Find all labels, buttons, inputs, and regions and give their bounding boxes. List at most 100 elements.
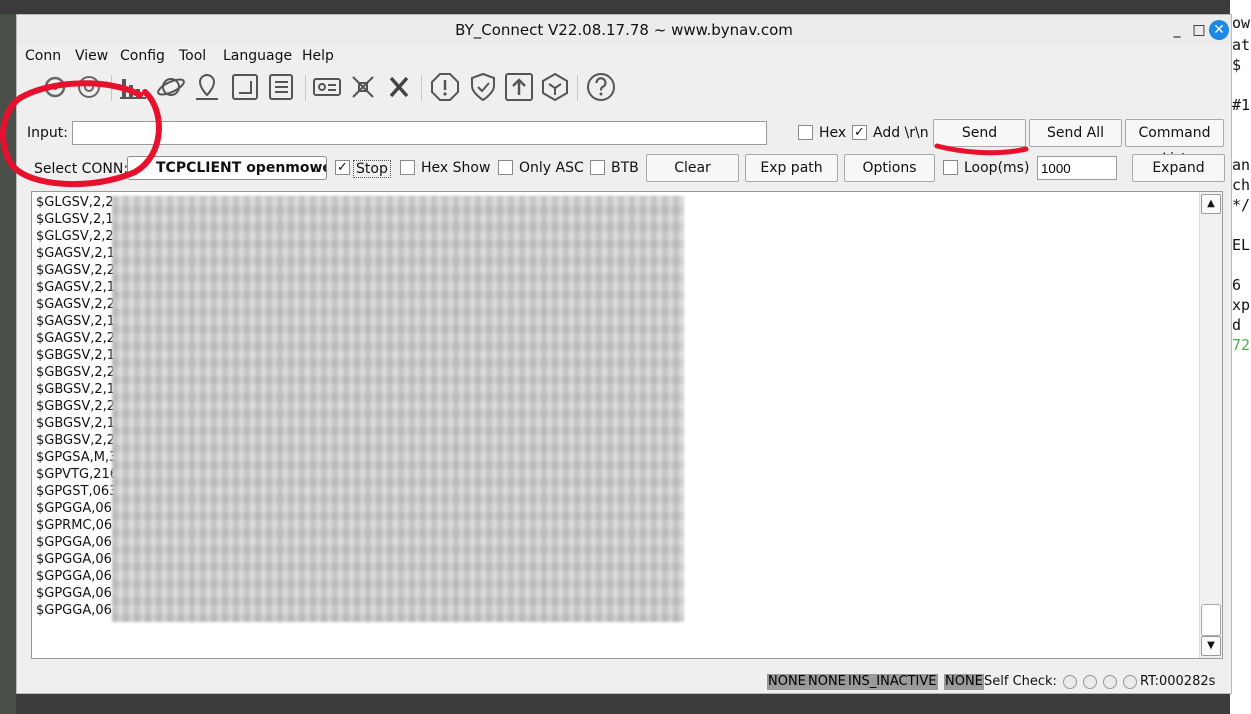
terminal-line: */ [1232, 196, 1251, 214]
log-scrollbar[interactable]: ▲ ▼ [1199, 192, 1222, 658]
alert-octagon-icon[interactable] [429, 71, 461, 103]
cube-icon[interactable] [539, 71, 571, 103]
planet-icon[interactable] [155, 71, 187, 103]
terminal-line: d [1232, 316, 1242, 334]
menu-conn[interactable]: Conn [25, 48, 61, 64]
menu-bar: Conn View Config Tool Language Help [17, 45, 1231, 69]
menu-view[interactable]: View [75, 48, 108, 64]
chevron-down-icon: ⌵ [311, 161, 321, 175]
terminal-line: EL [1232, 236, 1251, 254]
menu-language[interactable]: Language [223, 48, 292, 64]
log-line: $GBGSV,2,2 [36, 433, 116, 448]
toolbar-separator [421, 75, 422, 101]
bar-chart-icon[interactable] [117, 71, 149, 103]
id-card-icon[interactable] [311, 71, 343, 103]
self-check-led [1063, 675, 1077, 689]
x-icon[interactable] [383, 71, 415, 103]
receive-log[interactable]: $GLGSV,2,2, $GLGSV,2,1, $GLGSV,2,2, $GAGSV,… [31, 191, 1223, 659]
terminal-line: 6 [1232, 276, 1242, 294]
hex-show-label: Hex Show [421, 160, 491, 176]
log-line: $GBGSV,2,1 [36, 382, 116, 397]
terminal-line: 72 [1232, 336, 1251, 354]
log-line: $GAGSV,2,1 [36, 280, 116, 295]
log-line: $GPGGA,06. [36, 552, 117, 567]
loop-label: Loop(ms) [964, 160, 1030, 176]
by-connect-window: BY_Connect V22.08.17.78 ~ www.bynav.com … [16, 14, 1232, 694]
satellite-dish-icon[interactable] [73, 71, 105, 103]
log-line: $GBGSV,2,1 [36, 416, 116, 431]
scroll-thumb[interactable] [1201, 604, 1221, 636]
menu-tool[interactable]: Tool [179, 48, 206, 64]
only-asc-label: Only ASC [519, 160, 584, 176]
toolbar-separator [305, 75, 306, 101]
location-pin-icon[interactable] [191, 71, 223, 103]
log-line: $GBGSV,2,1 [36, 348, 116, 363]
toolbar-separator [111, 75, 112, 101]
loop-checkbox[interactable] [943, 160, 958, 175]
send-button[interactable]: Send [933, 119, 1026, 147]
log-line: $GAGSV,2,2 [36, 263, 116, 278]
scroll-up-icon[interactable]: ▲ [1201, 194, 1221, 214]
scroll-down-icon[interactable]: ▼ [1201, 636, 1221, 656]
exp-path-button[interactable]: Exp path [745, 154, 838, 182]
command-input[interactable] [72, 121, 767, 145]
toolbar-separator [577, 75, 578, 101]
log-line: $GAGSV,2,1 [36, 246, 116, 261]
window-title: BY_Connect V22.08.17.78 ~ www.bynav.com [455, 21, 793, 39]
desktop-top-strip [0, 0, 1251, 14]
hex-checkbox[interactable] [798, 125, 813, 140]
hex-show-checkbox[interactable] [400, 160, 415, 175]
loop-interval-input[interactable] [1037, 156, 1117, 180]
input-label: Input: [27, 125, 68, 141]
stop-checkbox[interactable]: ✓ [335, 160, 350, 175]
log-line: $GBGSV,2,2 [36, 399, 116, 414]
close-button[interactable]: ✕ [1209, 20, 1229, 40]
upload-arrow-icon[interactable] [503, 71, 535, 103]
desktop-left-strip [0, 14, 16, 714]
self-check-led [1123, 675, 1137, 689]
log-line: $GPRMC,063 [36, 518, 121, 533]
log-line: $GAGSV,2,2 [36, 331, 116, 346]
desktop-taskbar [16, 694, 1230, 714]
command-list-button[interactable]: Command List [1125, 119, 1224, 167]
status-tag: NONE [944, 674, 984, 690]
help-icon[interactable] [585, 71, 617, 103]
terminal-line: #1 [1232, 96, 1251, 114]
minimize-button[interactable]: _ [1167, 20, 1187, 40]
terminal-line: at [1232, 36, 1251, 54]
add-rn-checkbox[interactable]: ✓ [852, 125, 867, 140]
clear-button[interactable]: Clear [646, 154, 739, 182]
send-all-button[interactable]: Send All [1029, 119, 1122, 147]
gear-icon[interactable] [39, 71, 71, 103]
drone-icon[interactable] [347, 71, 379, 103]
log-line: $GAGSV,2,2 [36, 297, 116, 312]
self-check-led [1083, 675, 1097, 689]
conn-selected-value: TCPCLIENT openmower [156, 160, 327, 176]
self-check-led [1103, 675, 1117, 689]
expand-button[interactable]: Expand [1132, 154, 1225, 182]
log-line: $GPGGA,06. [36, 535, 117, 550]
only-asc-checkbox[interactable] [498, 160, 513, 175]
runtime-label: RT:000282s [1140, 674, 1216, 689]
menu-help[interactable]: Help [302, 48, 334, 64]
list-icon[interactable] [265, 71, 297, 103]
btb-checkbox[interactable] [590, 160, 605, 175]
log-line: $GPGSA,M,3 [36, 450, 118, 465]
conn-select[interactable]: TCPCLIENT openmower ⌵ [127, 156, 327, 180]
terminal-line: an [1232, 156, 1251, 174]
log-line: $GPGGA,06. [36, 586, 117, 601]
shield-check-icon[interactable] [467, 71, 499, 103]
terminal-line: $ [1232, 56, 1242, 74]
redacted-region [112, 196, 684, 622]
terminal-line: ow [1232, 14, 1251, 32]
maximize-button[interactable]: □ [1189, 20, 1209, 40]
status-bar: NONE NONE INS_INACTIVE NONE Self Check: … [17, 671, 1231, 693]
menu-config[interactable]: Config [120, 48, 165, 64]
options-button[interactable]: Options [844, 154, 935, 182]
terminal-line: ch [1232, 176, 1251, 194]
log-line: $GPGGA,063 [36, 569, 121, 584]
route-icon[interactable] [229, 71, 261, 103]
log-line: $GPGGA,06. [36, 501, 117, 516]
log-line: $GBGSV,2,2 [36, 365, 116, 380]
toolbar [23, 71, 643, 107]
